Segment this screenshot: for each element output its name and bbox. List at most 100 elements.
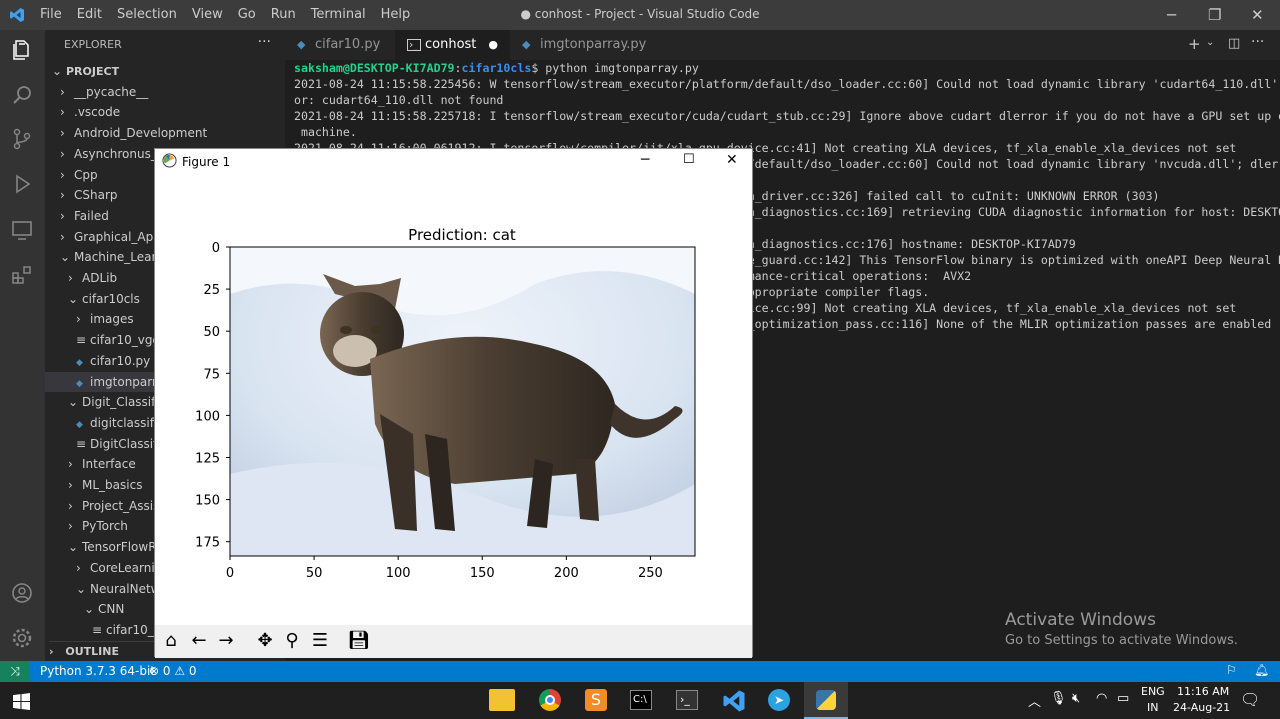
text-file-icon: ≡ — [76, 436, 87, 451]
tree-item-label: NeuralNetw — [90, 581, 161, 596]
x-tick-label: 100 — [386, 566, 411, 581]
close-icon[interactable]: ✕ — [726, 152, 738, 168]
activation-watermark-subtitle: Go to Settings to activate Windows. — [1005, 633, 1238, 648]
extensions-icon[interactable] — [10, 263, 34, 287]
remote-explorer-icon[interactable] — [10, 218, 34, 242]
explorer-icon[interactable] — [10, 38, 34, 62]
home-icon[interactable]: ⌂ — [158, 628, 184, 654]
more-actions-icon[interactable]: ··· — [258, 34, 271, 50]
chevron-right-icon: › — [68, 478, 73, 492]
chrome-icon[interactable] — [539, 689, 561, 711]
show-hidden-icons-chevron-icon[interactable]: ︿ — [1028, 691, 1041, 710]
chevron-down-icon: ⌄ — [84, 602, 95, 617]
tree-item-label: Interface — [82, 457, 136, 472]
figure-toolbar: ⌂ ← → ✥ ⚲ ☰ 💾︎ — [155, 625, 752, 658]
terminal-line: machine. — [294, 125, 357, 139]
restore-icon[interactable]: ❐ — [1208, 6, 1221, 24]
plot-title: Prediction: cat — [408, 226, 516, 244]
terminal-app-icon[interactable]: ›_ — [676, 690, 698, 710]
tree-item[interactable]: › __pycache__ — [45, 82, 285, 102]
wifi-icon[interactable]: ◠ — [1096, 691, 1107, 706]
minimize-icon[interactable]: ─ — [641, 152, 649, 168]
prompt-user: saksham@DESKTOP-KI7AD79 — [294, 61, 455, 75]
region-indicator[interactable]: IN — [1147, 701, 1158, 714]
zoom-magnifier-icon[interactable]: ⚲ — [279, 628, 305, 654]
file-explorer-icon[interactable] — [489, 689, 515, 711]
close-icon[interactable]: ✕ — [1251, 6, 1264, 24]
tree-item-label: Android_Development — [74, 126, 208, 141]
notification-center-icon[interactable]: 🗨︎ — [1240, 690, 1260, 709]
y-tick-label: 125 — [195, 451, 220, 466]
tree-item-label: Asynchronus_P — [74, 146, 165, 161]
text-file-icon: ≡ — [76, 333, 87, 348]
tree-item[interactable]: ⌄ PROJECT — [45, 61, 285, 81]
tree-item-label: Failed — [74, 208, 109, 223]
command-prompt-icon[interactable]: C:\ — [630, 690, 652, 710]
tree-item-label: Cpp — [74, 167, 98, 182]
y-tick-label: 100 — [195, 409, 220, 424]
forward-arrow-icon[interactable]: → — [213, 628, 239, 654]
volume-mute-icon[interactable]: 🔇︎ — [1072, 691, 1080, 706]
tree-item[interactable]: › .vscode — [45, 102, 285, 122]
search-icon[interactable] — [10, 83, 34, 107]
chevron-right-icon: › — [60, 229, 65, 244]
chevron-right-icon: › — [68, 519, 73, 534]
vscode-taskbar-icon[interactable] — [722, 689, 746, 713]
chevron-down-icon: ⌄ — [76, 581, 87, 596]
chevron-down-icon[interactable]: ⌄ — [1206, 37, 1214, 48]
source-control-icon[interactable] — [10, 127, 34, 151]
problems-count[interactable]: ⊗ 0 ⚠ 0 — [149, 664, 197, 678]
tab-label: imgtonparray.py — [540, 37, 647, 52]
maximize-icon[interactable]: ☐ — [683, 152, 695, 167]
matplotlib-figure-window[interactable]: Figure 1 ─ ☐ ✕ Prediction: cat 0 50 100 … — [154, 148, 753, 658]
run-debug-icon[interactable] — [10, 172, 34, 196]
settings-gear-icon[interactable] — [10, 626, 34, 650]
chevron-right-icon: › — [60, 84, 65, 99]
y-tick-label: 25 — [203, 283, 220, 298]
tab-imgtonparray[interactable]: ◆ imgtonparray.py — [510, 30, 655, 60]
terminal-line: 2021-08-24 11:15:58.225456: W tensorflow… — [294, 77, 1280, 91]
telegram-icon[interactable]: ➤ — [768, 689, 790, 711]
figure-window-title: Figure 1 — [182, 155, 231, 169]
save-figure-icon[interactable]: 💾︎ — [346, 628, 372, 654]
notifications-bell-icon[interactable]: 🔔︎ — [1254, 663, 1269, 677]
tree-item-label: Digit_Classifi — [82, 395, 159, 410]
tab-cifar10[interactable]: ◆ cifar10.py — [285, 30, 395, 60]
matplotlib-logo-icon — [162, 153, 177, 168]
chevron-right-icon: › — [60, 208, 65, 223]
unsaved-dot-icon[interactable]: ● — [488, 30, 498, 60]
python-icon — [816, 690, 836, 710]
microphone-icon[interactable]: 🎙︎ — [1050, 691, 1067, 706]
battery-icon[interactable]: ▭ — [1117, 691, 1129, 706]
pan-move-icon[interactable]: ✥ — [252, 628, 278, 654]
tab-conhost[interactable]: ›_ conhost ● — [395, 30, 510, 60]
tree-item[interactable]: › Android_Development — [45, 123, 285, 143]
tree-item-label: cifar10.py — [90, 353, 151, 368]
tree-item-label: CNN — [98, 602, 125, 617]
python-interpreter[interactable]: Python 3.7.3 64-bit — [40, 664, 155, 678]
feedback-icon[interactable]: ⚐ — [1226, 663, 1237, 677]
split-editor-icon[interactable]: ◫ — [1228, 36, 1240, 51]
activation-watermark-title: Activate Windows — [1005, 610, 1156, 630]
remote-indicator-icon[interactable]: ⤨ — [0, 661, 30, 682]
windows-start-icon[interactable] — [13, 693, 30, 710]
language-indicator[interactable]: ENG — [1141, 685, 1165, 698]
clock-date[interactable]: 24-Aug-21 — [1173, 701, 1230, 714]
sublime-text-icon[interactable]: S — [585, 689, 607, 711]
chevron-right-icon: › — [60, 105, 65, 120]
clock-time[interactable]: 11:16 AM — [1177, 685, 1229, 698]
tab-label: cifar10.py — [315, 37, 381, 52]
accounts-icon[interactable] — [10, 581, 34, 605]
status-bar: ⤨ Python 3.7.3 64-bit ⊗ 0 ⚠ 0 ⚐ 🔔︎ — [0, 661, 1280, 682]
python-figure-taskbar-button[interactable] — [804, 682, 848, 719]
chevron-right-icon: › — [60, 126, 65, 141]
new-terminal-plus-icon[interactable]: + — [1188, 35, 1201, 53]
configure-subplots-icon[interactable]: ☰ — [307, 628, 333, 654]
minimize-icon[interactable]: ─ — [1167, 6, 1176, 24]
explorer-header: EXPLORER — [64, 38, 122, 51]
tree-item-label: Project_Assis — [82, 498, 160, 513]
back-arrow-icon[interactable]: ← — [186, 628, 212, 654]
python-file-icon: ◆ — [76, 357, 83, 368]
tree-item-label: ML_basics — [82, 478, 143, 492]
more-actions-icon[interactable]: ··· — [1251, 34, 1264, 50]
